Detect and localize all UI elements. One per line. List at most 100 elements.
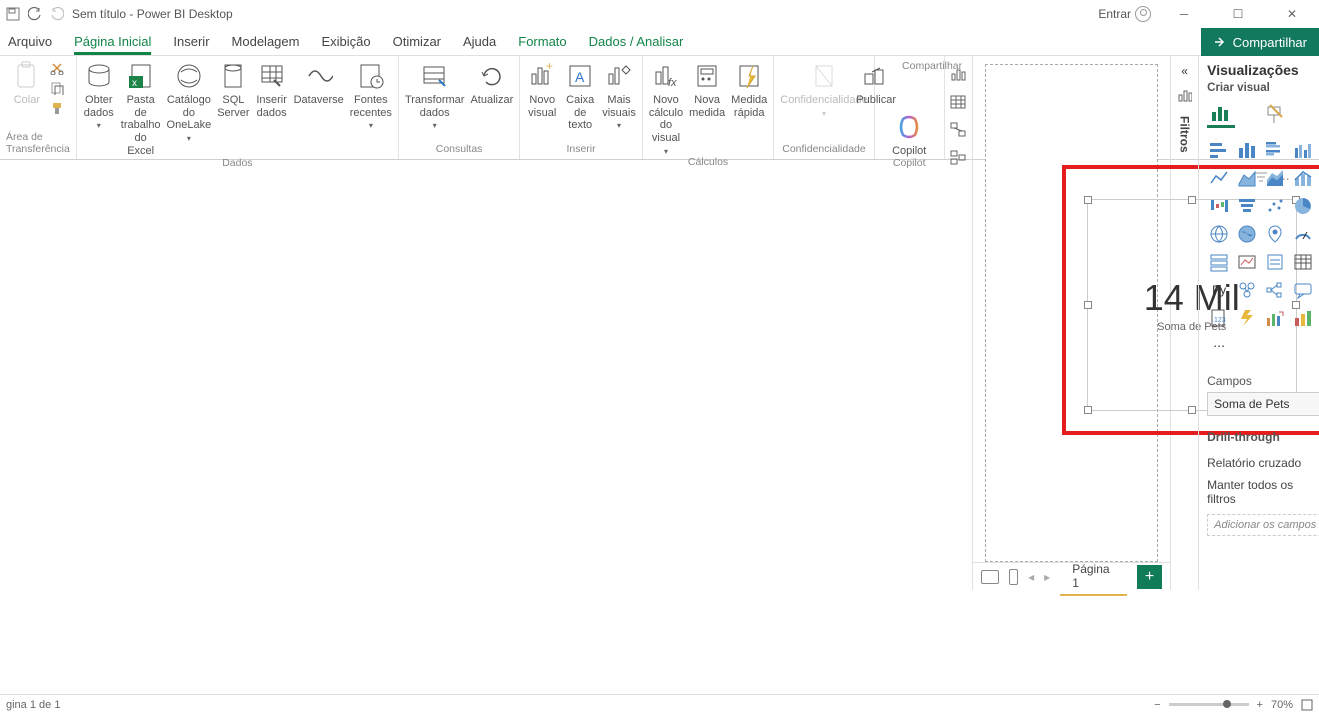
refresh-button[interactable]: Atualizar	[470, 60, 513, 107]
tab-inserir[interactable]: Inserir	[173, 34, 209, 55]
format-visual-tab[interactable]	[1261, 100, 1289, 128]
line-stacked-column-icon[interactable]	[1291, 166, 1315, 190]
tab-otimizar[interactable]: Otimizar	[393, 34, 441, 55]
copy-icon[interactable]	[49, 80, 65, 96]
new-visual-button[interactable]: +Novo visual	[526, 60, 558, 119]
report-view-icon[interactable]	[950, 66, 966, 82]
copilot-button[interactable]: Copilot	[892, 111, 926, 158]
close-button[interactable]: ✕	[1271, 0, 1313, 28]
prev-page-icon[interactable]: ◂	[1028, 570, 1034, 584]
minimize-button[interactable]: ─	[1163, 0, 1205, 28]
line-chart-icon[interactable]	[1207, 166, 1231, 190]
analytics-tab[interactable]	[1315, 100, 1319, 128]
transform-data-button[interactable]: Transformar dados▾	[405, 60, 465, 130]
group-data-label: Dados	[222, 157, 252, 171]
maximize-button[interactable]: ☐	[1217, 0, 1259, 28]
table-view-icon[interactable]	[950, 94, 966, 110]
key-influencers-icon[interactable]	[1235, 278, 1259, 302]
gauge-icon[interactable]	[1291, 222, 1315, 246]
dax-view-icon[interactable]	[950, 150, 966, 166]
svg-text:fx: fx	[668, 77, 677, 89]
pie-icon[interactable]	[1291, 194, 1315, 218]
text-box-button[interactable]: ACaixa de texto	[564, 60, 596, 132]
paste-button[interactable]: Colar	[11, 60, 43, 107]
desktop-layout-icon[interactable]	[981, 570, 999, 584]
sensitivity install-button[interactable]: Confidencialidade▾	[780, 60, 867, 118]
svg-text:123: 123	[1214, 317, 1226, 324]
table-icon[interactable]	[1291, 250, 1315, 274]
enter-data-button[interactable]: Inserir dados	[256, 60, 288, 119]
multi-row-card-icon[interactable]	[1207, 250, 1231, 274]
qa-visual-icon[interactable]	[1291, 278, 1315, 302]
tab-exibicao[interactable]: Exibição	[321, 34, 370, 55]
status-bar: gina 1 de 1 − + 70%	[0, 694, 1319, 714]
field-well-item[interactable]: Soma de Pets ⌄✕	[1207, 392, 1319, 416]
sign-in-button[interactable]: Entrar	[1098, 6, 1151, 22]
power-automate-icon[interactable]	[1235, 306, 1259, 330]
goals-icon[interactable]	[1291, 306, 1315, 330]
more-visuals-button[interactable]: Mais visuais▾	[602, 60, 636, 130]
redo-icon[interactable]	[50, 7, 64, 21]
tab-arquivo[interactable]: Arquivo	[8, 34, 52, 55]
dataverse-button[interactable]: Dataverse	[294, 60, 344, 107]
add-page-button[interactable]: +	[1137, 565, 1162, 589]
sql-server-button[interactable]: SQL Server	[217, 60, 249, 119]
tab-modelagem[interactable]: Modelagem	[232, 34, 300, 55]
enter-data-icon	[256, 60, 288, 92]
new-measure-button[interactable]: Nova medida	[689, 60, 725, 119]
view-rail	[945, 56, 973, 590]
vis-pane-subtitle: Criar visual	[1207, 82, 1319, 94]
format-painter-icon[interactable]	[49, 100, 65, 116]
visual-calc-icon: fx	[650, 60, 682, 92]
filled-map-icon[interactable]	[1235, 222, 1259, 246]
report-canvas[interactable]: ⋯ 14 Mil Soma de Pets 2,61 Média de Pets	[985, 64, 1158, 562]
model-view-icon[interactable]	[950, 122, 966, 138]
add-drill-fields[interactable]: Adicionar os campos de dr…	[1207, 514, 1319, 536]
fit-page-icon[interactable]	[1301, 699, 1313, 711]
clustered-column-icon[interactable]	[1291, 138, 1315, 162]
recent-sources-button[interactable]: Fontes recentes▾	[350, 60, 392, 130]
stacked-bar-icon[interactable]	[1207, 138, 1231, 162]
tab-ajuda[interactable]: Ajuda	[463, 34, 496, 55]
cut-icon[interactable]	[49, 60, 65, 76]
score-card-icon[interactable]	[1263, 306, 1287, 330]
new-visual-calc-button[interactable]: fxNovo cálculo do visual▾	[649, 60, 683, 156]
area-chart-icon[interactable]	[1235, 166, 1259, 190]
zoom-out-button[interactable]: −	[1154, 699, 1160, 711]
funnel-icon[interactable]	[1235, 194, 1259, 218]
publish-button[interactable]: Publicar	[856, 60, 896, 107]
scatter-icon[interactable]	[1263, 194, 1287, 218]
stacked-column-icon[interactable]	[1235, 138, 1259, 162]
stacked-area-icon[interactable]	[1263, 166, 1287, 190]
decomposition-tree-icon[interactable]	[1263, 278, 1287, 302]
save-icon[interactable]	[6, 7, 20, 21]
zoom-in-button[interactable]: +	[1257, 699, 1263, 711]
group-insert-label: Inserir	[566, 143, 595, 157]
waterfall-icon[interactable]	[1207, 194, 1231, 218]
tab-pagina-inicial[interactable]: Página Inicial	[74, 34, 151, 55]
map-icon[interactable]	[1207, 222, 1231, 246]
zoom-slider[interactable]	[1169, 703, 1249, 706]
azure-map-icon[interactable]	[1263, 222, 1287, 246]
more-ellipsis-icon[interactable]: ⋯	[1207, 334, 1231, 358]
python-visual-icon[interactable]: Py	[1207, 278, 1231, 302]
page-tab-1[interactable]: Página 1	[1060, 558, 1127, 596]
next-page-icon[interactable]: ▸	[1044, 570, 1050, 584]
quick-measure-button[interactable]: Medida rápida	[731, 60, 767, 119]
get-data-button[interactable]: Obter dados▾	[83, 60, 115, 130]
mobile-layout-icon[interactable]	[1009, 569, 1018, 585]
power-apps-icon[interactable]: 123	[1207, 306, 1231, 330]
onelake-icon	[173, 60, 205, 92]
share-label: Compartilhar	[1233, 35, 1307, 50]
excel-workbook-button[interactable]: xPasta de trabalho do Excel	[121, 60, 161, 157]
collapse-chevron-icon[interactable]: «	[1181, 64, 1188, 78]
undo-icon[interactable]	[28, 7, 42, 21]
kpi-icon[interactable]	[1235, 250, 1259, 274]
clustered-bar-icon[interactable]	[1263, 138, 1287, 162]
share-button[interactable]: Compartilhar	[1201, 28, 1319, 56]
tab-dados-analisar[interactable]: Dados / Analisar	[589, 34, 684, 55]
onelake-button[interactable]: Catálogo do OneLake▾	[167, 60, 212, 143]
tab-formato[interactable]: Formato	[518, 34, 566, 55]
build-visual-tab[interactable]	[1207, 100, 1235, 128]
slicer-icon[interactable]	[1263, 250, 1287, 274]
